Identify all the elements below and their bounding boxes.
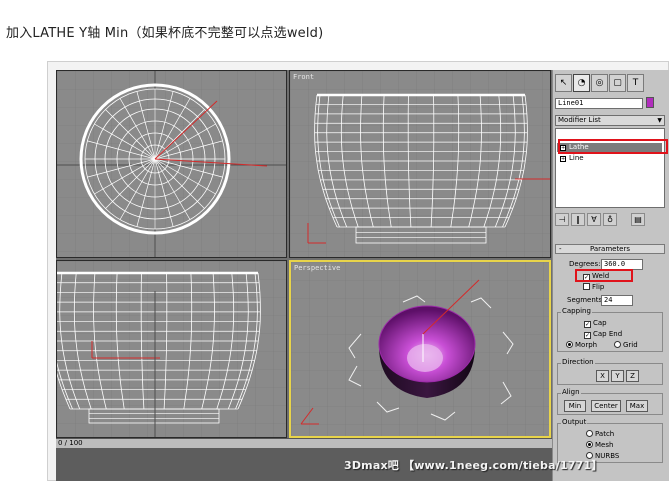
caption-text: 加入LATHE Y轴 Min（如果杯底不完整可以点选weld) xyxy=(6,26,324,41)
time-slider[interactable]: 0 / 100 xyxy=(56,438,552,448)
modify-tab-icon[interactable]: ◔ xyxy=(573,74,590,92)
perspective-view-render xyxy=(291,262,549,436)
modifier-list-dropdown[interactable]: Modifier List ▼ xyxy=(555,115,665,126)
configure-icon[interactable]: ▤ xyxy=(631,213,645,226)
motion-tab-icon[interactable]: ▢ xyxy=(609,74,626,92)
grid-radio[interactable] xyxy=(614,341,621,348)
capping-group: Capping ✓ Cap ✓ Cap End Morph Grid xyxy=(557,307,663,352)
utilities-tab-icon[interactable]: T xyxy=(627,74,644,92)
segments-input[interactable]: 24 xyxy=(601,295,633,306)
align-group: Align Min Center Max xyxy=(557,388,663,415)
flip-row[interactable]: Flip xyxy=(583,283,604,292)
object-color-swatch[interactable] xyxy=(646,97,654,108)
cap-end-row[interactable]: ✓ Cap End xyxy=(584,330,622,339)
chevron-down-icon: ▼ xyxy=(657,117,662,124)
lathe-highlight-box xyxy=(558,139,668,154)
viewport-left[interactable] xyxy=(56,260,287,438)
output-title: Output xyxy=(561,418,588,426)
patch-row[interactable]: Patch xyxy=(586,430,614,439)
grid-row[interactable]: Grid xyxy=(614,341,638,350)
max-application-window: Front Perspective 0 / 100 ↖ ◔ ◎ ▢ T Line… xyxy=(56,70,669,481)
remove-modifier-icon[interactable]: ♁ xyxy=(603,213,617,226)
direction-x-button[interactable]: X xyxy=(596,370,609,382)
viewport-perspective[interactable]: Perspective xyxy=(289,260,551,438)
command-panel-tabs: ↖ ◔ ◎ ▢ T xyxy=(555,74,667,96)
flip-label: Flip xyxy=(592,283,605,291)
stack-item-line[interactable]: + Line xyxy=(560,154,584,163)
patch-radio[interactable] xyxy=(586,430,593,437)
direction-group: Direction X Y Z xyxy=(557,358,663,385)
expand-icon[interactable]: + xyxy=(560,155,566,162)
show-end-result-icon[interactable]: ‖ xyxy=(571,213,585,226)
viewport-top[interactable] xyxy=(56,70,287,258)
time-slider-text: 0 / 100 xyxy=(58,439,83,447)
segments-label: Segments: xyxy=(567,296,605,304)
mesh-label: Mesh xyxy=(595,441,614,449)
front-view-wireframe xyxy=(290,71,550,257)
modifier-list-label: Modifier List xyxy=(558,116,601,124)
morph-radio[interactable] xyxy=(566,341,573,348)
cap-start-label: Cap xyxy=(593,319,607,327)
viewport-front-label: Front xyxy=(293,73,315,81)
object-name-field[interactable]: Line01 xyxy=(555,98,643,109)
morph-label: Morph xyxy=(575,341,598,349)
degrees-label: Degrees: xyxy=(569,260,601,268)
viewport-front[interactable]: Front xyxy=(289,70,551,258)
direction-title: Direction xyxy=(561,358,595,366)
left-view-wireframe xyxy=(57,261,286,437)
grid-label: Grid xyxy=(623,341,638,349)
top-view-wireframe xyxy=(57,71,286,257)
watermark-text: 3Dmax吧 【www.1neeg.com/tieba/1771】 xyxy=(344,459,603,472)
weld-highlight-box xyxy=(575,269,633,282)
align-title: Align xyxy=(561,388,581,396)
parameters-rollout-header[interactable]: - Parameters xyxy=(555,244,665,254)
command-panel: ↖ ◔ ◎ ▢ T Line01 Modifier List ▼ + Lathe… xyxy=(552,70,669,481)
align-min-button[interactable]: Min xyxy=(564,400,586,412)
capping-title: Capping xyxy=(561,307,592,315)
align-center-button[interactable]: Center xyxy=(591,400,621,412)
mesh-row[interactable]: Mesh xyxy=(586,441,613,450)
direction-y-button[interactable]: Y xyxy=(611,370,624,382)
hierarchy-tab-icon[interactable]: ◎ xyxy=(591,74,608,92)
morph-row[interactable]: Morph xyxy=(566,341,597,350)
segments-row: Segments: xyxy=(567,296,605,305)
mesh-radio[interactable] xyxy=(586,441,593,448)
direction-z-button[interactable]: Z xyxy=(626,370,639,382)
create-tab-icon[interactable]: ↖ xyxy=(555,74,572,92)
align-max-button[interactable]: Max xyxy=(626,400,648,412)
pin-icon[interactable]: ⊣ xyxy=(555,213,569,226)
cap-start-row[interactable]: ✓ Cap xyxy=(584,319,607,328)
cap-start-checkbox[interactable]: ✓ xyxy=(584,321,591,328)
cap-end-label: Cap End xyxy=(593,330,623,338)
flip-checkbox[interactable] xyxy=(583,283,590,290)
make-unique-icon[interactable]: ∀ xyxy=(587,213,601,226)
cap-end-checkbox[interactable]: ✓ xyxy=(584,332,591,339)
degrees-row: Degrees: xyxy=(569,260,600,269)
stack-item-label: Line xyxy=(569,154,584,162)
viewport-perspective-label: Perspective xyxy=(294,264,341,272)
stack-toolbar: ⊣ ‖ ∀ ♁ ▤ xyxy=(555,213,665,227)
patch-label: Patch xyxy=(595,430,615,438)
parameters-title: Parameters xyxy=(589,245,631,253)
